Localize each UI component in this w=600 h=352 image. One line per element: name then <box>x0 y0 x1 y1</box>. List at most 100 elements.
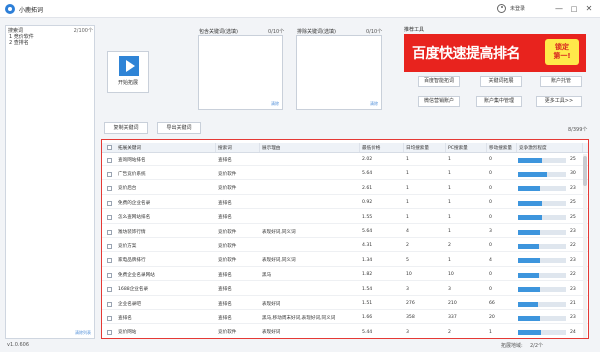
header-reason[interactable]: 展示理由 <box>260 143 360 152</box>
table-row[interactable]: 查询网站排名 查排名 2.02 1 1 0 25 <box>102 154 588 166</box>
header-daily-search[interactable]: 日均搜索量 <box>404 143 446 152</box>
row-mobile-search: 0 <box>489 200 492 206</box>
result-count: 8/399个 <box>568 127 588 133</box>
row-checkbox[interactable] <box>107 243 112 249</box>
copy-keywords-button[interactable]: 复制关键词 <box>104 122 148 134</box>
table-row[interactable]: 1688企业名录 查排名 1.54 3 3 0 23 <box>102 284 588 296</box>
row-reason <box>262 284 360 295</box>
row-checkbox[interactable] <box>107 258 112 264</box>
promo-banner-text: 百度快速提高排名 <box>412 46 521 62</box>
close-button[interactable]: ✕ <box>583 3 595 15</box>
header-expanded-keyword[interactable]: 拓展关键词 <box>116 143 216 152</box>
exclude-keyword-label: 排除关键词(选填) <box>297 29 336 35</box>
play-icon <box>119 56 139 76</box>
table-row[interactable]: 广告竞价系统 竞价软件 5.64 1 1 0 30 <box>102 168 588 181</box>
row-pc-search: 210 <box>448 301 457 306</box>
row-pc-search: 337 <box>448 315 457 321</box>
row-pc-search: 3 <box>448 286 451 292</box>
table-scrollbar[interactable] <box>583 154 587 338</box>
row-competition-value: 23 <box>570 229 576 234</box>
row-reason <box>262 168 360 179</box>
row-min-price: 1.82 <box>362 272 373 278</box>
row-checkbox[interactable] <box>107 287 112 293</box>
row-competition-value: 23 <box>570 286 576 292</box>
account-hosting-button[interactable]: 账户托管 <box>540 76 582 87</box>
row-daily-search: 1 <box>406 185 409 191</box>
competition-bar <box>518 301 566 307</box>
baidu-smart-expand-button[interactable]: 百度智能拓词 <box>418 76 460 87</box>
row-checkbox[interactable] <box>107 315 112 321</box>
select-all-checkbox[interactable] <box>107 145 112 150</box>
row-search-word: 竞价软件 <box>218 171 237 177</box>
row-daily-search: 4 <box>406 229 409 234</box>
header-mobile-search[interactable]: 移动搜索量 <box>487 143 517 152</box>
row-pc-search: 1 <box>448 185 451 191</box>
competition-bar <box>518 272 566 278</box>
more-tools-button[interactable]: 更多工具>> <box>536 96 582 107</box>
table-row[interactable]: 免费的企业名录 查排名 0.92 1 1 0 25 <box>102 197 588 210</box>
row-checkbox[interactable] <box>107 330 112 336</box>
row-search-word: 查排名 <box>218 157 232 163</box>
row-checkbox[interactable] <box>107 171 112 177</box>
search-word-list[interactable]: 1 竞价软件 2 查排名 <box>9 34 93 46</box>
row-search-word: 查排名 <box>218 315 232 321</box>
row-checkbox[interactable] <box>107 215 112 221</box>
row-search-word: 查排名 <box>218 200 232 206</box>
table-row[interactable]: 查排名 查排名 黑马,移动周末好词,表现好词,同义词 1.66 358 337 20 23 <box>102 312 588 325</box>
row-checkbox[interactable] <box>107 272 112 278</box>
wechat-marketing-button[interactable]: 微信营销账户 <box>418 96 460 107</box>
minimize-button[interactable]: — <box>553 3 565 15</box>
promo-badge-line2: 第一! <box>553 52 571 60</box>
row-competition-value: 30 <box>570 171 576 177</box>
table-scroll-thumb[interactable] <box>583 156 587 186</box>
login-link[interactable]: 未登录 <box>510 5 525 12</box>
row-daily-search: 10 <box>406 272 412 278</box>
row-checkbox[interactable] <box>107 301 112 307</box>
row-mobile-search: 4 <box>489 257 492 263</box>
row-min-price: 1.54 <box>362 286 373 292</box>
promo-banner[interactable]: 百度快速提高排名 锁定 第一! <box>404 34 586 72</box>
row-checkbox[interactable] <box>107 157 112 163</box>
keyword-expand-button[interactable]: 关键词拓展 <box>480 76 522 87</box>
table-row[interactable]: 竞价后台 竞价软件 2.61 1 1 0 23 <box>102 183 588 195</box>
row-keyword: 企业名录吧 <box>118 301 141 307</box>
exclude-keyword-input[interactable]: 清除 <box>296 35 382 110</box>
table-row[interactable]: 潍坊装饰行情 竞价软件 表现好词,同义词 5.64 4 1 3 23 <box>102 226 588 238</box>
table-row[interactable]: 竞价网站 竞价软件 表现好词 5.44 3 2 1 24 <box>102 327 588 338</box>
header-search-word[interactable]: 搜索词 <box>216 143 260 152</box>
row-checkbox[interactable] <box>107 229 112 235</box>
row-reason: 黑马 <box>262 272 272 278</box>
table-row[interactable]: 企业名录吧 查排名 表现好词 1.51 276 210 66 21 <box>102 298 588 310</box>
promo-badge: 锁定 第一! <box>545 39 579 65</box>
competition-bar-fill <box>518 301 539 307</box>
include-keyword-input[interactable]: 清除 <box>198 35 283 110</box>
expand-region-label: 拓展地域: <box>501 343 523 349</box>
row-mobile-search: 0 <box>489 171 492 177</box>
exclude-keyword-clear-link[interactable]: 清除 <box>370 101 378 107</box>
search-word-item[interactable]: 2 查排名 <box>9 40 93 46</box>
user-icon[interactable] <box>497 4 506 13</box>
header-competition[interactable]: 竞争激烈程度 <box>517 143 583 152</box>
competition-bar-fill <box>518 315 541 321</box>
row-reason: 表现好词 <box>262 330 281 336</box>
row-keyword: 免费企业名录网站 <box>118 272 155 278</box>
row-checkbox[interactable] <box>107 200 112 206</box>
include-keyword-clear-link[interactable]: 清除 <box>271 101 279 107</box>
header-pc-search[interactable]: PC搜索量 <box>446 143 487 152</box>
table-row[interactable]: 免费企业名录网站 查排名 黑马 1.82 10 10 0 22 <box>102 269 588 282</box>
row-mobile-search: 0 <box>489 243 492 249</box>
competition-bar <box>518 287 566 293</box>
row-mobile-search: 0 <box>489 272 492 278</box>
competition-bar <box>518 157 566 163</box>
export-keywords-button[interactable]: 导出关键词 <box>157 122 201 134</box>
header-min-price[interactable]: 最低价格 <box>360 143 404 152</box>
clear-list-link[interactable]: 清除列表 <box>75 330 91 336</box>
table-row[interactable]: 怎么查网站排名 查排名 1.55 1 1 0 25 <box>102 212 588 224</box>
table-row[interactable]: 竞价方案 竞价软件 4.31 2 2 0 22 <box>102 240 588 253</box>
account-management-button[interactable]: 账户集中管理 <box>476 96 522 107</box>
row-checkbox[interactable] <box>107 186 112 192</box>
maximize-button[interactable]: □ <box>568 3 580 15</box>
start-expand-button[interactable]: 开始拓展 <box>107 51 149 93</box>
row-reason: 表现好词,同义词 <box>262 229 296 235</box>
table-row[interactable]: 家电品牌排行 竞价软件 表现好词,同义词 1.34 5 1 4 23 <box>102 255 588 267</box>
